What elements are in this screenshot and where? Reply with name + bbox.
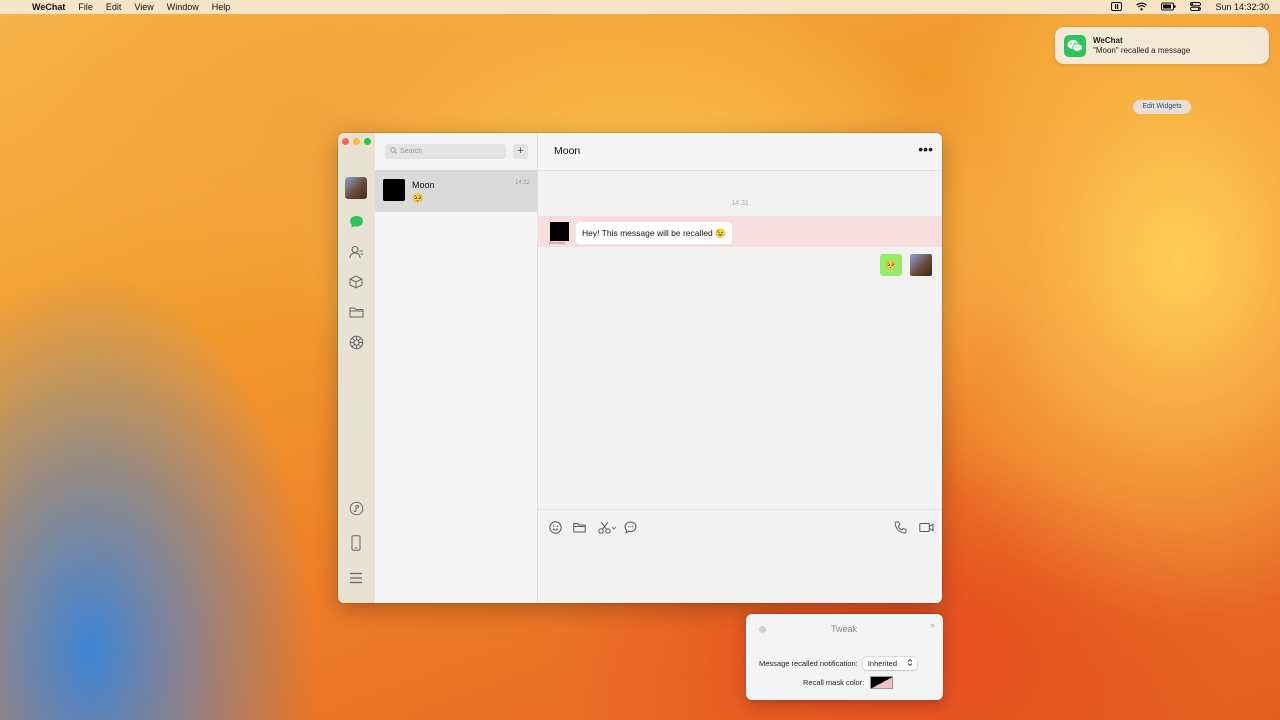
zoom-window-button[interactable]	[364, 138, 371, 145]
mask-color-well[interactable]	[870, 676, 894, 689]
window-controls	[342, 138, 375, 145]
mini-programs-icon[interactable]	[348, 500, 364, 516]
video-call-icon[interactable]	[918, 519, 934, 535]
select-chevron-icon	[907, 658, 913, 669]
chat-list: + Moon 🥺 14:32	[375, 133, 538, 603]
input-method-icon[interactable]	[1111, 1, 1123, 13]
message-input[interactable]	[548, 540, 932, 598]
notification-setting-row: Message recalled notification: Inherited	[759, 657, 917, 670]
notification-setting-label: Message recalled notification:	[759, 659, 858, 668]
notification-banner[interactable]: WeChat "Moon" recalled a message	[1055, 27, 1269, 64]
notification-setting-select[interactable]: Inherited	[862, 657, 917, 670]
emoji-icon[interactable]	[548, 519, 562, 535]
menu-file[interactable]: File	[78, 2, 93, 12]
close-window-button[interactable]	[342, 138, 349, 145]
recalled-message-row: [Recalled] Hey! This message will be rec…	[538, 216, 942, 247]
mask-color-row: Recall mask color:	[803, 676, 894, 689]
tweak-title: Tweak	[830, 624, 857, 634]
chat-avatar	[383, 179, 405, 201]
notification-setting-value: Inherited	[867, 659, 897, 668]
menu-view[interactable]: View	[134, 2, 153, 12]
tweak-header: Tweak »	[746, 614, 943, 644]
mask-color-label: Recall mask color:	[803, 678, 865, 687]
menu-icon[interactable]	[348, 570, 364, 586]
recalled-message-bubble[interactable]: Hey! This message will be recalled 😉	[576, 222, 732, 244]
message-composer	[538, 509, 942, 603]
wifi-icon[interactable]	[1136, 2, 1148, 13]
edit-widgets-button[interactable]: Edit Widgets	[1133, 100, 1191, 114]
folder-icon[interactable]	[348, 304, 364, 320]
recalled-tag: [Recalled]	[549, 241, 565, 245]
menu-window[interactable]: Window	[167, 2, 199, 12]
conversation-pane: Moon ••• 14:31 [Recalled] Hey! This mess…	[538, 133, 942, 603]
add-chat-button[interactable]: +	[513, 144, 528, 159]
voice-call-icon[interactable]	[893, 519, 907, 535]
sidebar	[338, 133, 375, 603]
conversation-header: Moon •••	[538, 133, 942, 171]
notification-body: "Moon" recalled a message	[1093, 45, 1191, 55]
cube-icon[interactable]	[348, 274, 364, 290]
wechat-window: + Moon 🥺 14:32 Moon ••• 14:31 [Recalled]…	[338, 133, 942, 603]
conversation-title: Moon	[554, 145, 581, 157]
tweak-expand-button[interactable]: »	[930, 620, 935, 630]
user-avatar[interactable]	[345, 177, 367, 199]
tweak-panel: Tweak » Message recalled notification: I…	[746, 614, 943, 700]
moments-icon[interactable]	[348, 334, 364, 350]
menu-edit[interactable]: Edit	[106, 2, 122, 12]
menu-clock[interactable]: Sun 14:32:30	[1215, 2, 1269, 12]
more-options-button[interactable]: •••	[918, 142, 933, 156]
chat-bubble-icon[interactable]	[623, 519, 637, 535]
chat-icon[interactable]	[348, 214, 364, 230]
minimize-window-button[interactable]	[353, 138, 360, 145]
chat-name: Moon	[412, 180, 435, 190]
menu-bar: WeChat File Edit View Window Help Sun 14…	[0, 0, 1280, 14]
chat-preview: 🥺	[412, 193, 424, 203]
folder-icon[interactable]	[572, 519, 586, 535]
chat-list-item[interactable]: Moon 🥺 14:32	[375, 170, 538, 212]
battery-icon[interactable]	[1161, 2, 1176, 13]
search-field[interactable]	[385, 144, 506, 159]
my-avatar[interactable]	[910, 254, 932, 276]
message-timestamp: 14:31	[731, 200, 749, 207]
menu-app-name[interactable]: WeChat	[32, 2, 65, 12]
menu-help[interactable]: Help	[212, 2, 231, 12]
search-icon	[390, 147, 397, 156]
scissors-icon[interactable]	[598, 519, 618, 535]
chat-time: 14:32	[514, 180, 530, 186]
control-center-icon[interactable]	[1190, 1, 1202, 13]
phone-icon[interactable]	[348, 535, 364, 551]
sender-avatar[interactable]	[550, 222, 569, 241]
contacts-icon[interactable]	[348, 244, 364, 260]
search-input[interactable]	[400, 148, 500, 155]
my-message-bubble[interactable]: 🥺	[880, 254, 902, 276]
wechat-app-icon	[1064, 34, 1086, 57]
notification-title: WeChat	[1093, 35, 1123, 45]
